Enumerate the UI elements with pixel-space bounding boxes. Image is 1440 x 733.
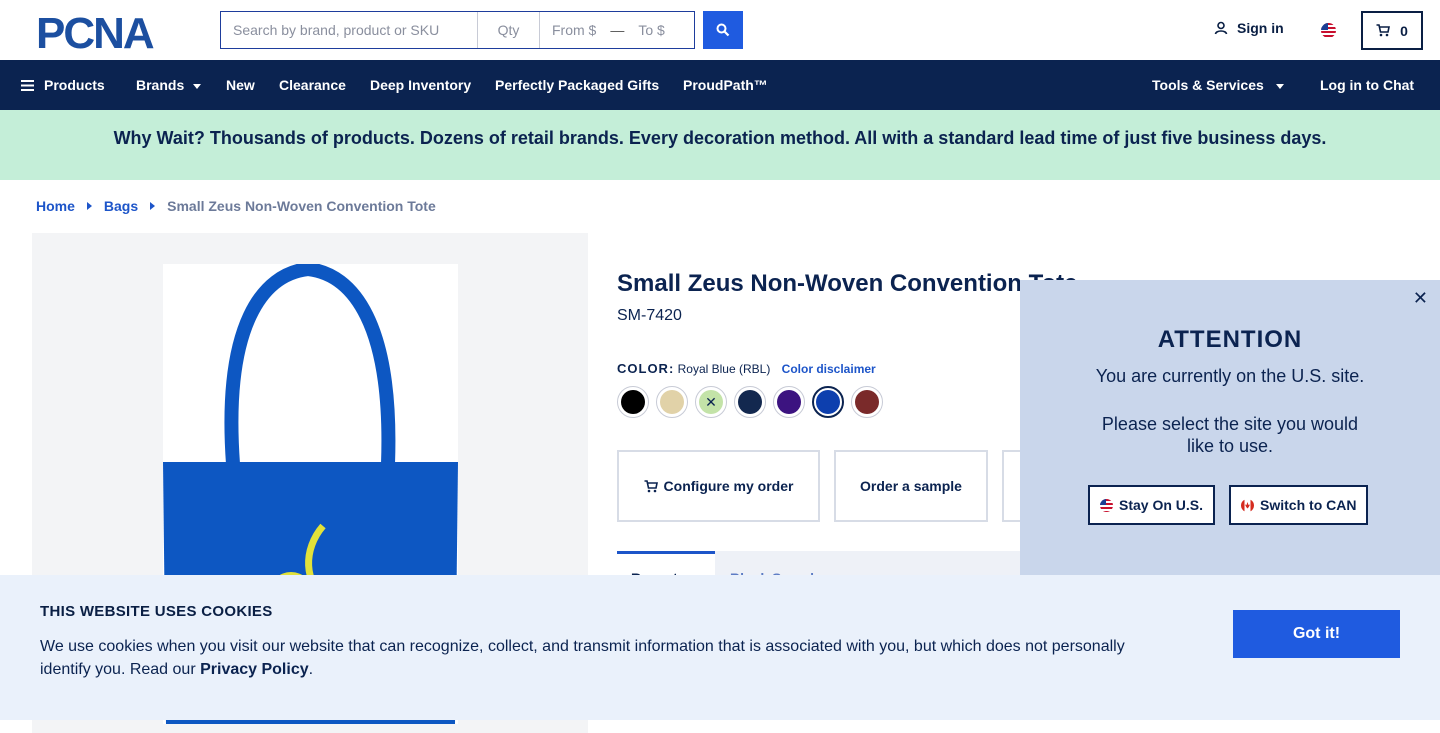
swatch-black[interactable]	[617, 386, 649, 418]
top-header: PCNA Search by brand, product or SKU Qty…	[0, 0, 1440, 60]
nav-products[interactable]: Products	[21, 60, 105, 110]
cart-icon	[644, 479, 658, 492]
modal-instruction: Please select the site you would like to…	[1101, 414, 1359, 456]
swatch-fill	[855, 390, 879, 414]
swatch-lime[interactable]: ✕	[695, 386, 727, 418]
price-to-input[interactable]: To $	[638, 12, 664, 48]
product-title: Small Zeus Non-Woven Convention Tote	[617, 270, 1078, 297]
breadcrumb-bags[interactable]: Bags	[104, 198, 138, 214]
color-disclaimer-link[interactable]: Color disclaimer	[782, 362, 876, 376]
color-value: Royal Blue (RBL)	[677, 362, 771, 376]
pcna-logo[interactable]: PCNA	[36, 12, 184, 50]
cookie-banner: THIS WEBSITE USES COOKIES We use cookies…	[0, 575, 1440, 720]
nav-tools[interactable]: Tools & Services	[1152, 60, 1284, 110]
swatch-fill	[660, 390, 684, 414]
nav-tools-label: Tools & Services	[1152, 77, 1264, 93]
nav-new[interactable]: New	[226, 60, 255, 110]
swatch-maroon[interactable]	[851, 386, 883, 418]
qty-input[interactable]: Qty	[478, 12, 540, 48]
svg-text:PCNA: PCNA	[36, 12, 154, 50]
switch-can-label: Switch to CAN	[1260, 497, 1357, 513]
swatch-navy[interactable]	[734, 386, 766, 418]
cookie-text: We use cookies when you visit our websit…	[40, 638, 1125, 678]
stay-us-label: Stay On U.S.	[1119, 497, 1204, 513]
cart-icon	[1376, 24, 1391, 37]
sign-in-label: Sign in	[1237, 20, 1284, 36]
configure-order-button[interactable]: Configure my order	[617, 450, 820, 522]
breadcrumb: Home Bags Small Zeus Non-Woven Conventio…	[36, 198, 436, 214]
modal-heading: ATTENTION	[1157, 326, 1303, 353]
swatch-purple[interactable]	[773, 386, 805, 418]
swatch-fill	[738, 390, 762, 414]
swatch-fill	[816, 390, 840, 414]
search-button[interactable]	[703, 11, 743, 49]
price-from-input[interactable]: From $	[552, 12, 596, 48]
chevron-down-icon	[193, 83, 202, 89]
stay-us-button[interactable]: Stay On U.S.	[1088, 485, 1216, 525]
chevron-right-icon	[86, 202, 92, 210]
search-bar: Search by brand, product or SKU Qty From…	[220, 11, 695, 49]
search-icon	[716, 23, 730, 37]
nav-brands[interactable]: Brands	[136, 60, 202, 110]
swatch-fill	[777, 390, 801, 414]
cookie-heading: THIS WEBSITE USES COOKIES	[40, 603, 273, 620]
swatch-natural[interactable]	[656, 386, 688, 418]
color-row: COLOR: Royal Blue (RBL) Color disclaimer	[617, 361, 876, 376]
accept-cookies-button[interactable]: Got it!	[1233, 610, 1400, 658]
nav-gifts[interactable]: Perfectly Packaged Gifts	[495, 60, 659, 110]
nav-clearance[interactable]: Clearance	[279, 60, 346, 110]
chevron-down-icon	[1275, 83, 1284, 89]
nav-deep-inventory[interactable]: Deep Inventory	[370, 60, 471, 110]
nav-chat-login[interactable]: Log in to Chat	[1320, 60, 1414, 110]
switch-can-button[interactable]: Switch to CAN	[1229, 485, 1369, 525]
product-sku: SM-7420	[617, 307, 682, 324]
breadcrumb-home[interactable]: Home	[36, 198, 75, 214]
search-input[interactable]: Search by brand, product or SKU	[221, 12, 478, 48]
configure-order-label: Configure my order	[663, 478, 794, 494]
menu-icon	[21, 80, 34, 91]
swatch-fill: ✕	[699, 390, 723, 414]
chevron-right-icon	[150, 202, 156, 210]
canada-flag-icon	[1241, 498, 1255, 512]
modal-buttons: Stay On U.S. Switch to CAN	[1088, 485, 1369, 525]
order-sample-button[interactable]: Order a sample	[834, 450, 988, 522]
modal-current-site: You are currently on the U.S. site.	[1095, 366, 1365, 386]
user-icon	[1214, 21, 1228, 35]
privacy-policy-link[interactable]: Privacy Policy	[200, 661, 309, 678]
sign-in-link[interactable]: Sign in	[1214, 20, 1284, 36]
close-icon[interactable]: ✕	[1413, 288, 1428, 309]
us-flag-icon[interactable]	[1321, 23, 1336, 38]
us-flag-icon	[1100, 498, 1113, 512]
swatch-fill	[621, 390, 645, 414]
price-range[interactable]: From $ — To $	[540, 12, 694, 48]
region-modal: ✕ ATTENTION You are currently on the U.S…	[1020, 280, 1440, 580]
nav-brands-label: Brands	[136, 77, 185, 93]
promo-banner: Why Wait? Thousands of products. Dozens …	[0, 110, 1440, 180]
swatch-royal-blue[interactable]	[812, 386, 844, 418]
nav-products-label: Products	[44, 77, 105, 93]
color-label: COLOR:	[617, 361, 675, 376]
unavailable-x-icon: ✕	[705, 393, 717, 410]
range-dash: —	[610, 22, 625, 38]
cart-button[interactable]: 0	[1361, 11, 1423, 50]
color-swatches: ✕	[617, 386, 883, 418]
nav-proudpath[interactable]: ProudPath™	[683, 60, 768, 110]
main-nav: Products Brands New Clearance Deep Inven…	[0, 60, 1440, 110]
breadcrumb-current: Small Zeus Non-Woven Convention Tote	[167, 198, 436, 214]
cart-count: 0	[1400, 22, 1408, 39]
